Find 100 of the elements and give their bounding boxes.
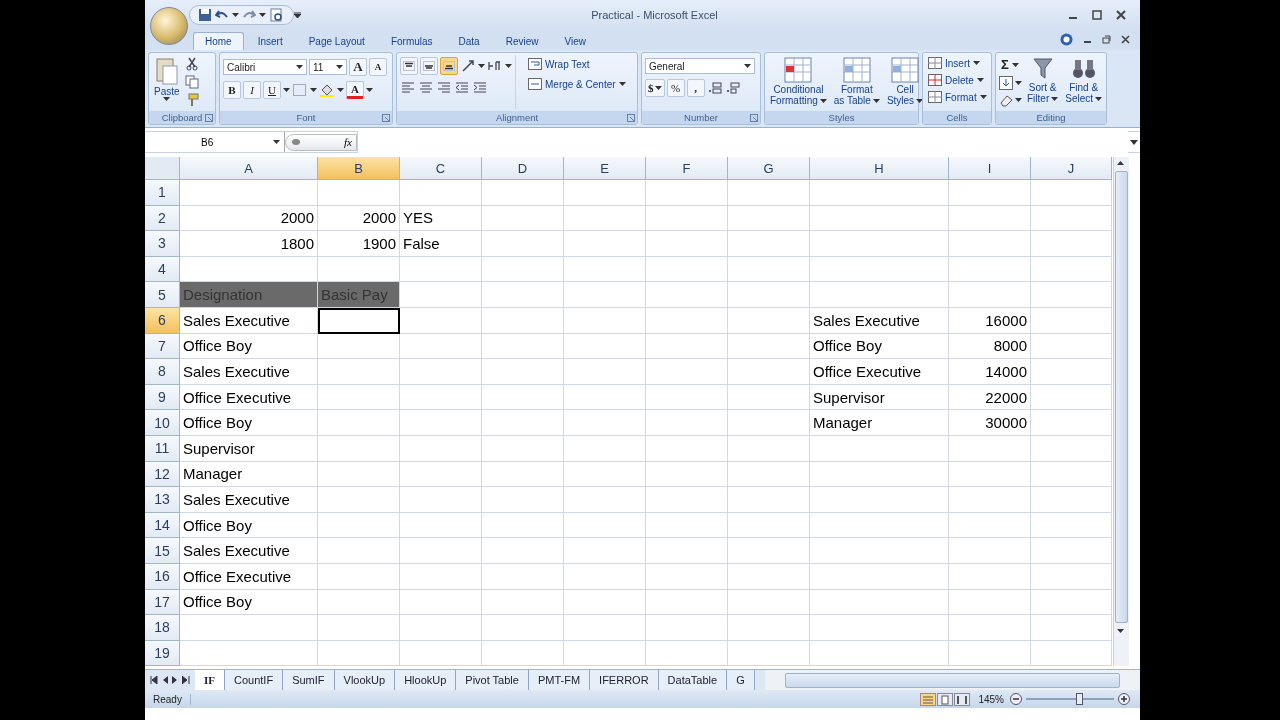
- currency-button[interactable]: $: [645, 79, 665, 97]
- zoom-out-icon[interactable]: [1010, 693, 1022, 706]
- caret-icon[interactable]: [163, 97, 171, 101]
- dialog-launcher-icon[interactable]: [750, 114, 758, 122]
- paste-button[interactable]: Paste: [152, 55, 182, 109]
- ribbon-tab[interactable]: Home: [193, 32, 244, 50]
- sheet-tab[interactable]: IF: [195, 670, 225, 691]
- caret-icon[interactable]: [654, 86, 662, 90]
- insert-function-button[interactable]: fx: [344, 136, 352, 148]
- vertical-align-button[interactable]: [440, 57, 458, 75]
- grow-font-button[interactable]: A: [349, 58, 367, 76]
- sheet-tab[interactable]: G: [727, 670, 755, 691]
- vertical-align-button[interactable]: [400, 57, 418, 75]
- close-icon[interactable]: [1116, 10, 1126, 20]
- row-header[interactable]: 4: [145, 256, 180, 283]
- row-header[interactable]: 11: [145, 435, 180, 462]
- save-icon[interactable]: [198, 8, 212, 22]
- row-header[interactable]: 16: [145, 563, 180, 590]
- caret-icon[interactable]: [1015, 81, 1022, 85]
- eraser-icon[interactable]: [999, 93, 1013, 107]
- sheet-tab[interactable]: CountIF: [225, 670, 284, 691]
- zoom-in-icon[interactable]: [1118, 693, 1130, 706]
- column-header[interactable]: F: [646, 157, 728, 180]
- row-header[interactable]: 2: [145, 205, 180, 232]
- font-color-button[interactable]: A: [346, 81, 364, 99]
- ribbon-tab[interactable]: Review: [493, 32, 551, 50]
- ribbon-tab[interactable]: Insert: [245, 32, 295, 50]
- find-select-button[interactable]: Find & Select: [1063, 55, 1105, 109]
- merge-center-button[interactable]: Merge & Center: [526, 77, 628, 91]
- sheet-tab[interactable]: Pivot Table: [456, 670, 529, 691]
- orientation-icon[interactable]: [460, 58, 476, 74]
- sheet-tab[interactable]: DataTable: [658, 670, 728, 691]
- page-layout-view-icon[interactable]: [937, 692, 954, 706]
- column-header[interactable]: H: [810, 157, 949, 180]
- close-icon[interactable]: [1121, 35, 1130, 44]
- number-format-dropdown[interactable]: General: [645, 58, 755, 74]
- ribbon-tab[interactable]: View: [552, 32, 598, 50]
- horizontal-scrollbar[interactable]: [784, 672, 1120, 688]
- sort-filter-button[interactable]: Sort & Filter: [1025, 55, 1061, 109]
- percent-button[interactable]: %: [666, 79, 685, 97]
- column-header[interactable]: C: [400, 157, 482, 180]
- caret-icon[interactable]: [478, 64, 485, 68]
- column-header[interactable]: E: [564, 157, 646, 180]
- caret-icon[interactable]: [232, 13, 239, 17]
- sheet-tab[interactable]: PMT-FM: [528, 670, 591, 691]
- column-header[interactable]: A: [180, 157, 318, 180]
- caret-icon[interactable]: [1015, 98, 1022, 102]
- print-preview-icon[interactable]: [269, 8, 285, 22]
- row-header[interactable]: 19: [145, 640, 180, 667]
- row-header[interactable]: 17: [145, 589, 180, 616]
- ribbon-tab[interactable]: Formulas: [378, 32, 445, 50]
- selected-cell[interactable]: [318, 307, 400, 334]
- cells-button[interactable]: Delete: [926, 73, 989, 87]
- bold-button[interactable]: B: [223, 81, 241, 99]
- row-header[interactable]: 12: [145, 461, 180, 488]
- caret-icon[interactable]: [744, 64, 751, 68]
- shrink-font-button[interactable]: A: [369, 58, 387, 76]
- sheet-tab[interactable]: VlookUp: [334, 670, 396, 691]
- normal-view-icon[interactable]: [920, 692, 937, 706]
- styles-button[interactable]: Conditional Formatting: [768, 55, 829, 109]
- caret-icon[interactable]: [283, 88, 290, 92]
- italic-button[interactable]: I: [243, 81, 261, 99]
- font-name-dropdown[interactable]: Calibri: [223, 59, 307, 75]
- row-header[interactable]: 14: [145, 512, 180, 539]
- column-header[interactable]: D: [482, 157, 564, 180]
- row-header[interactable]: 1: [145, 180, 180, 206]
- page-break-view-icon[interactable]: [954, 692, 971, 706]
- caret-icon[interactable]: [819, 98, 827, 103]
- row-header[interactable]: 13: [145, 487, 180, 513]
- column-header[interactable]: B: [318, 157, 400, 180]
- sheet-tab[interactable]: SumIF: [283, 670, 335, 691]
- dialog-launcher-icon[interactable]: [382, 114, 390, 122]
- ribbon-tab[interactable]: Data: [446, 32, 492, 50]
- caret-icon[interactable]: [976, 78, 984, 82]
- row-header[interactable]: 15: [145, 538, 180, 564]
- autosum-button[interactable]: Σ: [999, 56, 1022, 73]
- row-header[interactable]: 10: [145, 410, 180, 436]
- row-header[interactable]: 5: [145, 282, 180, 308]
- caret-icon[interactable]: [1095, 96, 1103, 101]
- fill-color-icon[interactable]: [319, 83, 335, 97]
- caret-icon[interactable]: [505, 64, 512, 68]
- dialog-launcher-icon[interactable]: [205, 114, 213, 122]
- zoom-slider[interactable]: [1026, 693, 1114, 706]
- caret-icon[interactable]: [310, 88, 317, 92]
- previous-sheet-icon[interactable]: [162, 676, 168, 685]
- caret-icon[interactable]: [618, 82, 626, 86]
- caret-icon[interactable]: [336, 65, 343, 69]
- last-sheet-icon[interactable]: [182, 676, 190, 685]
- vertical-scrollbar[interactable]: [1115, 171, 1128, 623]
- comma-button[interactable]: ,: [686, 79, 705, 97]
- caret-icon[interactable]: [273, 140, 280, 144]
- font-size-dropdown[interactable]: 11: [309, 59, 347, 75]
- vertical-align-button[interactable]: [420, 57, 438, 75]
- restore-icon[interactable]: [1102, 35, 1111, 44]
- maximize-icon[interactable]: [1092, 10, 1102, 20]
- caret-icon[interactable]: [366, 88, 373, 92]
- first-sheet-icon[interactable]: [150, 676, 158, 685]
- row-header[interactable]: 6: [145, 307, 180, 334]
- underline-button[interactable]: U: [263, 81, 281, 99]
- caret-icon[interactable]: [1051, 96, 1059, 101]
